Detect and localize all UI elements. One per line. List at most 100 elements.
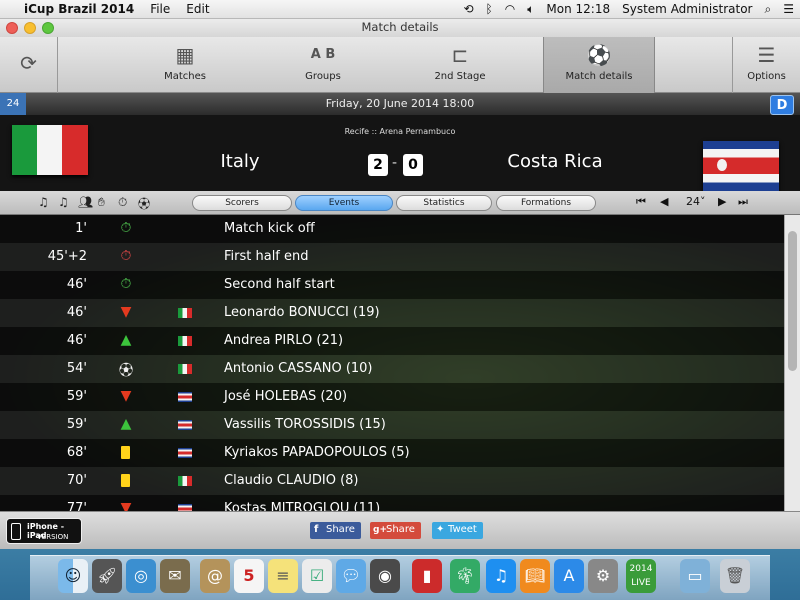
toolbar-groups-label: Groups — [305, 71, 341, 82]
players-filter-icon[interactable]: 👥︎ — [78, 195, 93, 209]
previous-match-icon[interactable]: ◀︎ — [660, 195, 668, 208]
tab-scorers[interactable]: Scorers — [192, 195, 292, 211]
calendar-app-icon[interactable]: 5 — [234, 559, 264, 593]
event-row[interactable]: 46' ▲ Andrea PIRLO (21) — [0, 327, 784, 355]
toolbar-2nd-stage-label: 2nd Stage — [434, 71, 486, 82]
user-menu[interactable]: System Administrator — [616, 2, 758, 16]
toolbar-matches-label: Matches — [164, 71, 206, 82]
event-minute: 1' — [75, 221, 87, 236]
event-minute: 59' — [66, 389, 87, 404]
tab-statistics[interactable]: Statistics — [396, 195, 492, 211]
app-menu[interactable]: iCup Brazil 2014 — [16, 2, 142, 16]
trash-icon[interactable]: 🗑︎ — [720, 559, 750, 593]
notes-icon[interactable]: ≡ — [268, 559, 298, 593]
safari-icon[interactable]: ◎ — [126, 559, 156, 593]
event-minute: 46' — [66, 333, 87, 348]
toolbar-groups[interactable]: A B Groups — [268, 37, 378, 93]
app-store-icon[interactable]: A — [554, 559, 584, 593]
event-row[interactable]: 54' ⚽︎ Antonio CASSANO (10) — [0, 355, 784, 383]
finder-icon[interactable]: ☺ — [58, 559, 88, 593]
home-team-name: Italy — [220, 151, 260, 172]
score-separator: - — [392, 155, 398, 171]
facetime-icon[interactable]: ◉ — [370, 559, 400, 593]
event-row[interactable]: 70' Claudio CLAUDIO (8) — [0, 467, 784, 495]
ibooks-icon[interactable]: 📖︎ — [520, 559, 550, 593]
stopwatch-filter-icon[interactable]: ⏱︎ — [118, 195, 127, 210]
italy-flag-icon — [12, 125, 88, 175]
substitution-filter-icon-2[interactable]: ♫ — [58, 195, 69, 209]
arrow-down-red-icon: ▼ — [120, 500, 132, 511]
icup-app-icon[interactable]: 2014 LIVE — [626, 559, 656, 593]
event-row[interactable]: 45'+2 ⏱︎ First half end — [0, 243, 784, 271]
zoom-button[interactable] — [42, 22, 54, 34]
launchpad-icon[interactable]: 🚀︎ — [92, 559, 122, 593]
arrow-up-green-icon: ▲ — [120, 332, 132, 348]
last-match-icon[interactable]: ⏭︎ — [738, 195, 748, 209]
google-share-label: Share — [386, 524, 415, 535]
tweet-button[interactable]: ✦ Tweet — [432, 522, 483, 539]
event-description: Andrea PIRLO (21) — [224, 333, 344, 348]
event-row[interactable]: 59' ▲ Vassilis TOROSSIDIS (15) — [0, 411, 784, 439]
edit-menu[interactable]: Edit — [178, 2, 217, 16]
bracket-icon: ⊏ — [451, 43, 469, 67]
stopwatch-red-icon: ⏱︎ — [120, 248, 132, 264]
tab-formations[interactable]: Formations — [496, 195, 596, 211]
match-selector[interactable]: 24˅ — [686, 195, 706, 208]
yellow-card-icon — [121, 446, 130, 459]
venue-label: Recife :: Arena Pernambuco — [344, 127, 456, 136]
italy-flag-icon — [178, 476, 192, 486]
reminders-icon[interactable]: ☑ — [302, 559, 332, 593]
downloads-folder-icon[interactable]: ▭ — [680, 559, 710, 593]
soccer-ball-icon: ⚽︎ — [119, 363, 133, 379]
event-row[interactable]: 46' ⏱︎ Second half start — [0, 271, 784, 299]
toolbar-options[interactable]: ☰ Options — [732, 37, 800, 93]
refresh-button[interactable]: ⟳ — [0, 37, 58, 93]
groups-icon: A B — [310, 47, 336, 62]
tab-events[interactable]: Events — [295, 195, 393, 211]
event-description: Vassilis TOROSSIDIS (15) — [224, 417, 386, 432]
time-machine-icon[interactable]: ⟲ — [457, 2, 479, 16]
scrollbar-thumb[interactable] — [788, 231, 797, 371]
away-team-name: Costa Rica — [507, 151, 603, 172]
iphoto-icon[interactable]: 🌴︎ — [450, 559, 480, 593]
toolbar-2nd-stage[interactable]: ⊏ 2nd Stage — [405, 37, 515, 93]
events-list: 1' ⏱︎ Match kick off 45'+2 ⏱︎ First half end 4… — [0, 215, 784, 511]
itunes-icon[interactable]: ♫ — [486, 559, 516, 593]
toolbar-matches[interactable]: ▦ Matches — [130, 37, 240, 93]
first-match-icon[interactable]: ⏮︎ — [636, 195, 646, 209]
next-match-icon[interactable]: ▶︎ — [718, 195, 726, 208]
ball-filter-icon[interactable]: ⚽︎ — [138, 195, 150, 212]
phone-icon — [11, 523, 21, 540]
menu-bar: iCup Brazil 2014 File Edit ⟲ ᛒ ◠ 🔈︎ Mon … — [0, 0, 800, 19]
iphone-ipad-version-badge[interactable]: iPhone - iPad VERSION — [6, 518, 82, 544]
contacts-icon[interactable]: @ — [200, 559, 230, 593]
refresh-icon: ⟳ — [20, 51, 37, 75]
system-preferences-icon[interactable]: ⚙ — [588, 559, 618, 593]
toolbar-match-details[interactable]: ⚽ Match details — [543, 37, 655, 93]
event-row[interactable]: 46' ▼ Leonardo BONUCCI (19) — [0, 299, 784, 327]
substitution-filter-icon[interactable]: ♫ — [38, 195, 49, 209]
mail-icon[interactable]: ✉ — [160, 559, 190, 593]
minimize-button[interactable] — [24, 22, 36, 34]
event-row[interactable]: 59' ▼ José HOLEBAS (20) — [0, 383, 784, 411]
event-row[interactable]: 1' ⏱︎ Match kick off — [0, 215, 784, 243]
messages-icon[interactable]: 💬︎ — [336, 559, 366, 593]
facebook-share-button[interactable]: f Share — [310, 522, 361, 539]
photo-booth-icon[interactable]: ▮ — [412, 559, 442, 593]
file-menu[interactable]: File — [142, 2, 178, 16]
event-description: José HOLEBAS (20) — [224, 389, 348, 404]
event-row[interactable]: 77' ▼ Kostas MITROGLOU (11) — [0, 495, 784, 511]
wifi-icon[interactable]: ◠ — [499, 2, 521, 16]
notification-center-icon[interactable]: ☰ — [777, 2, 800, 16]
close-button[interactable] — [6, 22, 18, 34]
glove-filter-icon[interactable]: ✋︎ — [98, 195, 105, 210]
search-icon[interactable]: ⌕ — [759, 2, 778, 17]
arrow-down-red-icon: ▼ — [120, 388, 132, 404]
event-row[interactable]: 68' Kyriakos PAPADOPOULOS (5) — [0, 439, 784, 467]
events-scrollbar[interactable] — [784, 215, 800, 511]
clock-display[interactable]: Mon 12:18 — [540, 2, 616, 16]
volume-icon[interactable]: 🔈︎ — [521, 2, 540, 17]
bluetooth-icon[interactable]: ᛒ — [480, 2, 499, 16]
google-share-button[interactable]: g+ Share — [370, 522, 421, 539]
event-description: Match kick off — [224, 221, 315, 236]
